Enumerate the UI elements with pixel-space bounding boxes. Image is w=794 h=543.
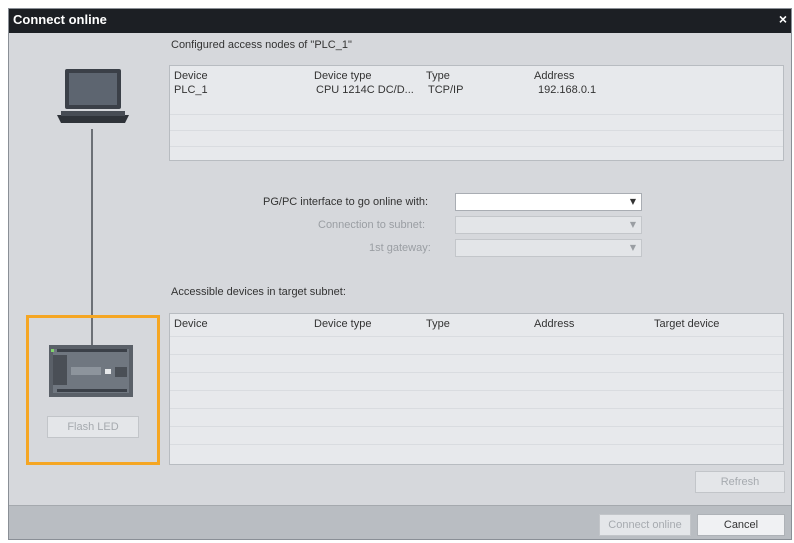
close-icon[interactable]: × — [779, 11, 787, 27]
cancel-button[interactable]: Cancel — [697, 514, 785, 536]
cell-address: 192.168.0.1 — [538, 84, 597, 96]
plc-device-icon — [49, 345, 133, 397]
column-header-address: Address — [534, 318, 575, 330]
dialog-footer: Connect online Cancel — [9, 505, 791, 539]
column-header-type: Type — [426, 70, 450, 82]
laptop-icon — [53, 63, 133, 133]
connection-to-subnet-label: Connection to subnet: — [318, 219, 426, 231]
chevron-down-icon[interactable]: ▼ — [627, 219, 639, 231]
cell-device-type: CPU 1214C DC/D... — [316, 84, 414, 96]
column-header-address: Address — [534, 70, 575, 82]
column-header-target-device: Target device — [654, 318, 720, 330]
column-header-type: Type — [426, 318, 450, 330]
configured-access-table: Device Device type Type Address PLC_1 CP… — [169, 65, 784, 161]
column-header-device-type: Device type — [314, 70, 372, 82]
column-header-device: Device — [174, 318, 208, 330]
connect-online-dialog: Connect online × Flash LED Configured ac… — [8, 8, 792, 540]
accessible-devices-table: Device Device type Type Address Target d… — [169, 313, 784, 465]
connect-online-button[interactable]: Connect online — [599, 514, 691, 536]
pgpc-interface-select[interactable]: ▼ — [455, 193, 642, 211]
column-header-device-type: Device type — [314, 318, 372, 330]
configured-access-heading: Configured access nodes of "PLC_1" — [171, 39, 352, 51]
cell-device: PLC_1 — [174, 84, 208, 96]
column-header-device: Device — [174, 70, 208, 82]
chevron-down-icon[interactable]: ▼ — [627, 242, 639, 254]
first-gateway-select[interactable]: ▼ — [455, 239, 642, 257]
accessible-devices-heading: Accessible devices in target subnet: — [171, 286, 346, 298]
first-gateway-label: 1st gateway: — [369, 242, 431, 254]
title-bar: Connect online × — [9, 9, 791, 33]
refresh-button[interactable]: Refresh — [695, 471, 785, 493]
connection-to-subnet-select[interactable]: ▼ — [455, 216, 642, 234]
cell-type: TCP/IP — [428, 84, 464, 96]
chevron-down-icon[interactable]: ▼ — [627, 196, 639, 208]
dialog-title: Connect online — [13, 12, 107, 27]
pgpc-interface-label: PG/PC interface to go online with: — [263, 196, 429, 208]
flash-led-button[interactable]: Flash LED — [47, 416, 139, 438]
